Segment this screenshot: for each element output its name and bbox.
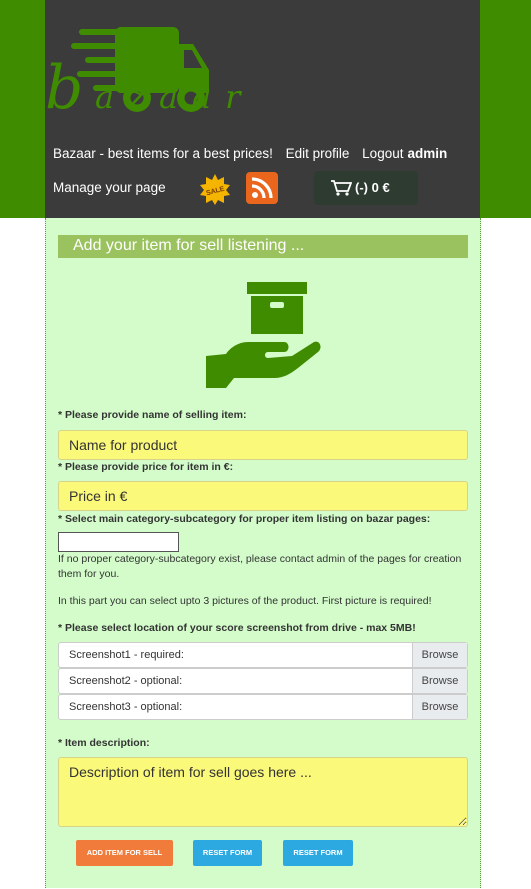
product-name-input[interactable] xyxy=(58,430,468,460)
header-band-right xyxy=(480,0,531,218)
tagline-link[interactable]: Bazaar - best items for a best prices! xyxy=(53,146,273,161)
reset-form-button[interactable]: RESET FORM xyxy=(193,840,262,866)
cart-button[interactable]: (-) 0 € xyxy=(314,171,418,205)
file-input-screenshot1[interactable]: Screenshot1 - required: Browse xyxy=(58,642,468,668)
svg-text:azaar: azaar xyxy=(95,78,254,116)
svg-text:b: b xyxy=(45,53,83,118)
header-band-left xyxy=(0,0,45,218)
edit-profile-link[interactable]: Edit profile xyxy=(286,146,350,161)
sale-badge-icon[interactable]: SALE xyxy=(199,173,231,205)
logo-wordmark: b azaar xyxy=(45,46,285,123)
file-input-label: Screenshot2 - optional: xyxy=(69,675,183,687)
add-item-button[interactable]: ADD ITEM FOR SELL xyxy=(76,840,173,866)
file-input-label: Screenshot1 - required: xyxy=(69,649,184,661)
logout-link[interactable]: Logout admin xyxy=(362,146,447,161)
category-note: If no proper category-subcategory exist,… xyxy=(58,553,462,580)
category-label: * Select main category-subcategory for p… xyxy=(58,513,431,525)
file-input-label: Screenshot3 - optional: xyxy=(69,701,183,713)
header-nav: Bazaar - best items for a best prices! E… xyxy=(53,146,456,161)
screenshot-location-label: * Please select location of your score s… xyxy=(58,622,416,634)
reset-form-button-2[interactable]: RESET FORM xyxy=(283,840,353,866)
site-header: b azaar Bazaar - best items for a best p… xyxy=(45,0,480,218)
form-title-bar: Add your item for sell listening ... xyxy=(58,235,468,258)
browse-button[interactable]: Browse xyxy=(412,695,467,719)
item-description-textarea[interactable] xyxy=(58,757,468,827)
manage-page-link[interactable]: Manage your page xyxy=(53,180,166,195)
file-input-screenshot2[interactable]: Screenshot2 - optional: Browse xyxy=(58,668,468,694)
description-label: * Item description: xyxy=(58,737,150,749)
rss-feed-icon[interactable] xyxy=(246,172,278,204)
browse-button[interactable]: Browse xyxy=(412,643,467,667)
logout-label: Logout xyxy=(362,146,404,161)
browse-button[interactable]: Browse xyxy=(412,669,467,693)
name-label: * Please provide name of selling item: xyxy=(58,409,247,421)
price-label: * Please provide price for item in €: xyxy=(58,461,234,473)
price-input[interactable] xyxy=(58,481,468,511)
cart-icon xyxy=(331,180,352,196)
logo-wordmark-svg: b azaar xyxy=(45,53,254,123)
rss-glyph xyxy=(251,177,273,199)
box-in-hand-icon xyxy=(206,282,321,388)
pictures-note: In this part you can select upto 3 pictu… xyxy=(58,595,432,607)
logout-username: admin xyxy=(407,146,448,161)
form-title: Add your item for sell listening ... xyxy=(73,237,305,254)
category-input[interactable] xyxy=(58,532,179,552)
cart-summary: (-) 0 € xyxy=(355,180,390,195)
add-item-form: Add your item for sell listening ... * P… xyxy=(45,218,481,888)
file-input-screenshot3[interactable]: Screenshot3 - optional: Browse xyxy=(58,694,468,720)
